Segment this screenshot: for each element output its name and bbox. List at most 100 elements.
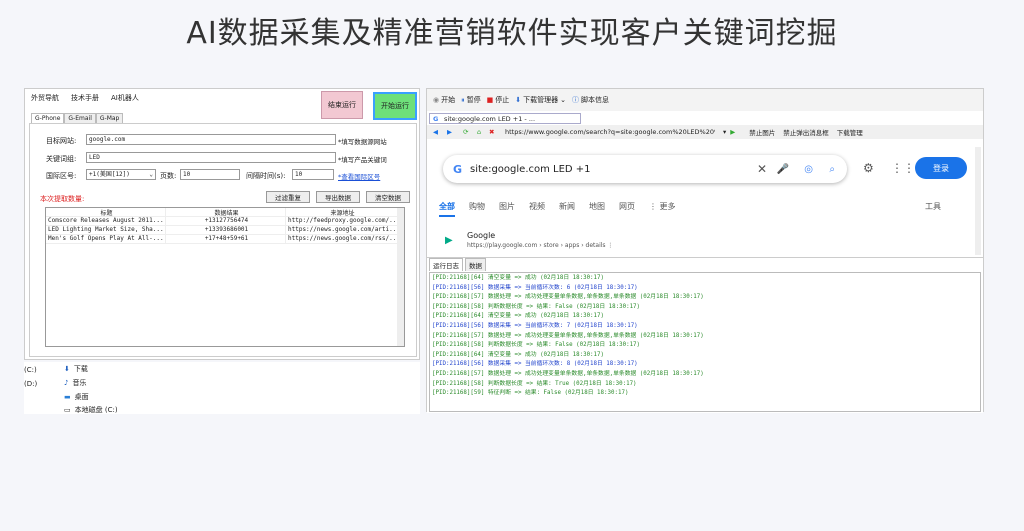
log-tabs: 运行日志 数据	[427, 258, 983, 271]
nav-tab-all[interactable]: 全部	[439, 201, 455, 217]
script-info-tool[interactable]: ⓘ 脚本信息	[572, 95, 609, 105]
page-input[interactable]: 10	[180, 169, 240, 180]
pause-icon: ⏸	[461, 95, 465, 104]
explorer-item-label: 下载	[73, 365, 88, 373]
block-popups-toggle[interactable]: 禁止弹出消息框	[783, 127, 829, 137]
keyword-input[interactable]: LED	[86, 152, 336, 163]
country-code-link[interactable]: *查看国际区号	[338, 171, 380, 181]
mic-icon[interactable]: 🎤	[777, 164, 789, 175]
tab-g-phone[interactable]: G-Phone	[31, 113, 65, 123]
log-line: [PID:21168][58] 判断数据长度 => 结果: True (02月1…	[432, 380, 637, 387]
menu-ai-robot[interactable]: AI机器人	[111, 93, 139, 103]
nav-tab-shopping[interactable]: 购物	[469, 201, 485, 217]
camera-icon[interactable]: ◎	[804, 164, 813, 175]
table-row[interactable]: Comscore Releases August 2011... +131277…	[46, 217, 404, 226]
google-g-icon: G	[453, 162, 463, 176]
nav-tab-news[interactable]: 新闻	[559, 201, 575, 217]
explorer-item-music[interactable]: ♪ 音乐	[64, 378, 86, 388]
home-icon[interactable]: ⌂	[477, 128, 481, 136]
cell-source: https://news.google.com/arti...	[288, 226, 398, 234]
table-scrollbar[interactable]	[397, 208, 404, 346]
end-run-button[interactable]: 结束运行	[321, 91, 363, 119]
log-line: [PID:21168][64] 清空变量 => 成功 (02月18日 18:30…	[432, 313, 605, 320]
tool-label: 停止	[495, 96, 510, 104]
gear-icon[interactable]: ⚙	[863, 161, 874, 175]
browser-window: ◉ 开始 ⏸ 暂停 ■ 停止 ⬇ 下载管理器 ⌄ ⓘ 脚本信息 Gsite:google.c…	[426, 88, 984, 413]
col-title: 标题	[46, 208, 166, 216]
pause-tool[interactable]: ⏸ 暂停	[461, 95, 481, 105]
explorer-item-label: 本地磁盘 (C:)	[74, 405, 118, 414]
download-icon: ⬇	[515, 96, 522, 104]
nav-tab-videos[interactable]: 视频	[529, 201, 545, 217]
tab-g-email[interactable]: G-Email	[64, 113, 96, 123]
collector-window: 外贸导航 技术手册 AI机器人 结束运行 开始运行 G-Phone G-Emai…	[24, 88, 420, 360]
menu-manual[interactable]: 技术手册	[71, 93, 99, 103]
menu-trade-nav[interactable]: 外贸导航	[31, 93, 59, 103]
tab-data[interactable]: 数据	[465, 258, 486, 271]
col-result: 数据结果	[166, 208, 286, 216]
country-label: 国际区号:	[46, 172, 77, 180]
back-icon[interactable]: ◀	[433, 128, 438, 136]
log-line: [PID:21168][56] 数据采集 => 当前循环次数: 8 (02月18…	[432, 361, 638, 368]
download-manage-link[interactable]: 下载管理	[837, 127, 863, 137]
explorer-item-downloads[interactable]: ⬇ 下载	[64, 364, 88, 374]
drive-d[interactable]: (D:)	[24, 380, 37, 388]
url-field[interactable]: https://www.google.com/search?q=site:goo…	[505, 128, 715, 136]
menu-bar: 外贸导航 技术手册 AI机器人	[31, 93, 139, 103]
interval-input[interactable]: 10	[292, 169, 334, 180]
browser-tab[interactable]: Gsite:google.com LED +1 - ...	[429, 113, 581, 124]
explorer-item-desktop[interactable]: ▬ 桌面	[64, 392, 89, 402]
refresh-icon[interactable]: ⟳	[463, 128, 468, 136]
clear-search-icon[interactable]: ✕	[757, 162, 767, 176]
google-search-box[interactable]: G site:google.com LED +1 ✕ 🎤 ◎ ⌕	[443, 155, 847, 183]
cell-source: http://feedproxy.google.com/...	[288, 217, 398, 225]
apps-grid-icon[interactable]: ⋮⋮	[891, 161, 915, 175]
table-row[interactable]: LED Lighting Market Size, Sha... +133936…	[46, 226, 404, 235]
country-select[interactable]: +1(美国[12]) ⌄	[86, 169, 156, 180]
clear-data-button[interactable]: 清空数据	[366, 191, 410, 203]
log-line: [PID:21168][57] 数据处理 => 成功处理变量单条数据,单条数据,…	[432, 370, 704, 377]
stop-tool[interactable]: ■ 停止	[487, 95, 510, 105]
login-button[interactable]: 登录	[915, 157, 967, 179]
download-manager-tool[interactable]: ⬇ 下载管理器 ⌄	[515, 95, 566, 105]
tab-g-map[interactable]: G-Map	[95, 113, 124, 123]
tools-button[interactable]: 工具	[925, 201, 941, 212]
address-bar: ◀ ▶ ⟳ ⌂ ✖ https://www.google.com/search?…	[427, 125, 983, 139]
search-query[interactable]: site:google.com LED +1	[470, 164, 591, 175]
nav-tab-images[interactable]: 图片	[499, 201, 515, 217]
result-title[interactable]: Google	[467, 231, 495, 240]
nav-tab-maps[interactable]: 地图	[589, 201, 605, 217]
page-scrollbar[interactable]	[975, 147, 981, 255]
search-icon[interactable]: ⌕	[829, 164, 835, 175]
block-images-toggle[interactable]: 禁止图片	[749, 127, 775, 137]
table-row[interactable]: Men's Golf Opens Play At All-... +17+48+…	[46, 235, 404, 244]
script-toolbar: ◉ 开始 ⏸ 暂停 ■ 停止 ⬇ 下载管理器 ⌄ ⓘ 脚本信息	[427, 89, 983, 111]
start-tool[interactable]: ◉ 开始	[433, 95, 455, 105]
tab-run-log[interactable]: 运行日志	[429, 258, 463, 271]
start-run-button[interactable]: 开始运行	[373, 92, 417, 120]
nav-tab-web[interactable]: 网页	[619, 201, 635, 217]
col-source: 来源地址	[286, 208, 398, 216]
google-favicon-icon: G	[433, 115, 439, 123]
explorer-item-local-disk[interactable]: ▭ 本地磁盘 (C:)	[64, 405, 118, 414]
go-icon[interactable]: ▶	[730, 128, 735, 136]
close-icon[interactable]: ✖	[489, 128, 494, 136]
tool-label: 下载管理器	[523, 96, 559, 104]
drive-c[interactable]: (C:)	[24, 366, 37, 374]
keyword-note: *填写产品关键词	[338, 156, 387, 164]
filter-duplicate-button[interactable]: 过滤重复	[266, 191, 310, 203]
chevron-down-icon[interactable]: ▾	[723, 128, 726, 136]
cell-title: LED Lighting Market Size, Sha...	[46, 226, 166, 234]
site-note: *填写数据源网站	[338, 138, 387, 146]
page-title: AI数据采集及精准营销软件实现客户关键词挖掘	[186, 16, 838, 51]
result-url[interactable]: https://play.google.com › store › apps ›…	[467, 242, 613, 249]
cell-source: https://news.google.com/rss/...	[288, 235, 398, 243]
forward-icon[interactable]: ▶	[447, 128, 452, 136]
log-line: [PID:21168][58] 判断数据长度 => 结果: False (02月…	[432, 342, 641, 349]
site-input[interactable]: google.com	[86, 134, 336, 145]
log-line: [PID:21168][57] 数据处理 => 成功处理变量单条数据,单条数据,…	[432, 332, 704, 339]
results-table: 标题 数据结果 来源地址 Comscore Releases August 20…	[45, 207, 405, 347]
export-data-button[interactable]: 导出数据	[316, 191, 360, 203]
nav-tab-more[interactable]: ⋮ 更多	[649, 201, 676, 217]
tool-label: 脚本信息	[580, 96, 609, 104]
